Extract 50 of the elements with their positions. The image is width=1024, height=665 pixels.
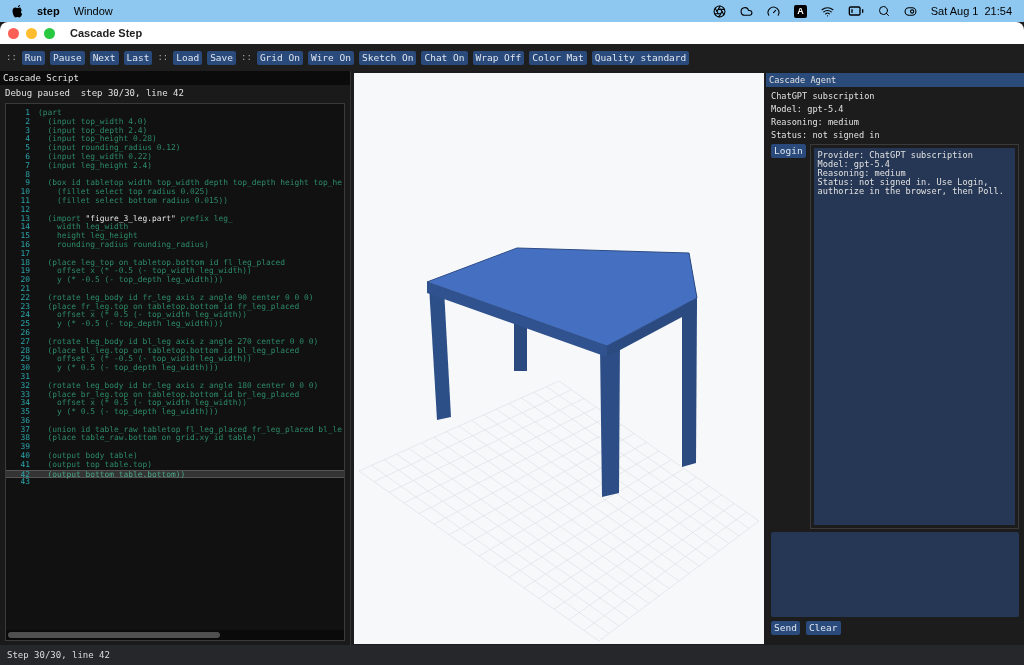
panel-title: Cascade Script [0, 71, 350, 85]
login-button[interactable]: Login [771, 144, 806, 158]
toolbar-button[interactable]: Quality standard [591, 50, 690, 65]
code-editor[interactable] [5, 103, 345, 641]
toolbar-button[interactable]: Next [89, 50, 119, 65]
apple-logo-icon[interactable] [12, 4, 23, 18]
toggle-icon[interactable] [903, 4, 917, 18]
agent-info-line: Model: gpt-5.4 [771, 103, 845, 116]
debug-status: Debug paused step 30/30, line 42 [4, 87, 185, 100]
log-line: Status: not signed in. Use Login, authorize in the browser, then Poll. [817, 178, 1005, 196]
log-line: Provider: ChatGPT subscription [817, 151, 974, 160]
toolbar-button[interactable]: Chat On [421, 50, 468, 65]
search-icon[interactable] [877, 5, 890, 17]
panel-title: Cascade Agent [766, 73, 1024, 87]
agent-button[interactable]: Send [771, 621, 800, 635]
toolbar-button[interactable]: Wire On [307, 50, 354, 65]
status-bar: Step 30/30, line 42 [0, 645, 1024, 665]
log-line: Model: gpt-5.4 [817, 160, 891, 169]
toolbar-button[interactable]: Run [21, 50, 45, 65]
window-title: Cascade Step [70, 25, 143, 41]
agent-info-line: Status: not signed in [771, 129, 881, 142]
menu-item[interactable]: Window [73, 2, 113, 20]
toolbar-separator: :: [241, 50, 252, 64]
message-input[interactable] [771, 532, 1019, 617]
toolbar-button[interactable]: Save [207, 50, 237, 65]
menu-bar-date[interactable]: Sat Aug 1 [930, 2, 979, 20]
toolbar-button[interactable]: Last [123, 50, 153, 65]
wifi-icon[interactable] [820, 4, 834, 18]
log-line: Reasoning: medium [817, 169, 906, 178]
agent-info-line: ChatGPT subscription [771, 90, 876, 103]
aperture-icon[interactable] [713, 4, 727, 18]
app-menu[interactable]: step [37, 2, 60, 20]
toolbar-button[interactable]: Wrap Off [472, 50, 525, 65]
toolbar-separator: :: [6, 50, 17, 64]
menu-bar-clock[interactable]: 21:54 [984, 2, 1012, 20]
toolbar-button[interactable]: Pause [50, 50, 85, 65]
toolbar-button[interactable]: Color Mat [529, 50, 587, 65]
input-source-badge[interactable]: A [794, 4, 807, 18]
agent-info-line: Reasoning: medium [771, 116, 860, 129]
agent-button[interactable]: Clear [805, 621, 841, 635]
cloud-icon[interactable] [740, 4, 754, 18]
toolbar-separator: :: [157, 50, 169, 64]
toolbar-button[interactable]: Load [173, 50, 203, 65]
viewport[interactable] [354, 73, 764, 644]
gauge-icon[interactable] [767, 4, 781, 18]
close-button[interactable] [8, 27, 19, 39]
horizontal-scrollbar[interactable] [8, 632, 220, 638]
toolbar-button[interactable]: Sketch On [358, 50, 417, 65]
toolbar-button[interactable]: Grid On [256, 50, 303, 65]
battery-icon[interactable] [847, 3, 864, 19]
